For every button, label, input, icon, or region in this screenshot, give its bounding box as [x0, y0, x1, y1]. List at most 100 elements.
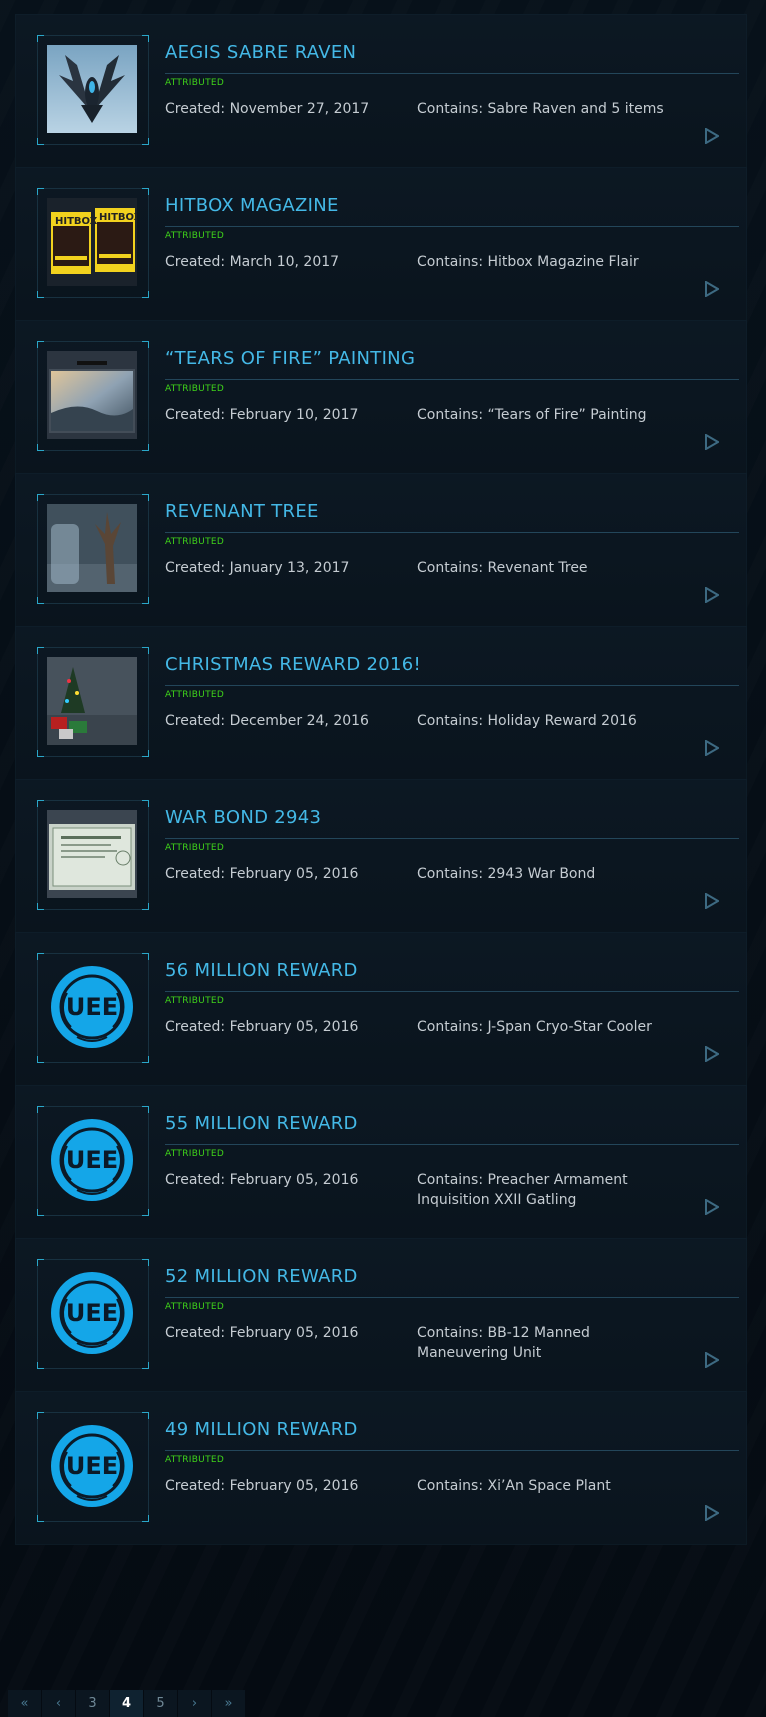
pledge-title[interactable]: 49 MILLION REWARD — [165, 1419, 358, 1440]
frame-corner — [142, 341, 149, 348]
title-divider — [165, 838, 739, 839]
pledge-thumbnail: UEE — [47, 1422, 137, 1510]
pledge-thumbnail-frame[interactable]: HITBOXHITBOX — [37, 188, 149, 298]
frame-corner — [37, 444, 44, 451]
title-divider — [165, 1144, 739, 1145]
frame-corner — [37, 800, 44, 807]
pledge-thumbnail-frame[interactable]: UEE — [37, 1412, 149, 1522]
pledge-thumbnail-frame[interactable] — [37, 800, 149, 910]
pledge-thumbnail — [47, 810, 137, 898]
frame-corner — [37, 291, 44, 298]
status-badge: ATTRIBUTED — [165, 231, 225, 241]
prev-page-button[interactable]: ‹ — [42, 1690, 76, 1717]
last-page-button[interactable]: » — [212, 1690, 246, 1717]
contains-text: Contains: “Tears of Fire” Painting — [417, 407, 647, 423]
svg-text:HITBOX: HITBOX — [99, 212, 137, 223]
expand-play-icon[interactable] — [705, 1352, 719, 1368]
pledge-thumbnail-frame[interactable] — [37, 647, 149, 757]
expand-play-icon[interactable] — [705, 740, 719, 756]
next-page-button[interactable]: › — [178, 1690, 212, 1717]
expand-play-icon[interactable] — [705, 893, 719, 909]
pledge-thumbnail-frame[interactable]: UEE — [37, 1106, 149, 1216]
expand-play-icon[interactable] — [705, 434, 719, 450]
pagination: « ‹ 3 4 5 › » — [8, 1690, 246, 1717]
svg-text:HITBOX: HITBOX — [55, 216, 98, 227]
pledge-card[interactable]: HITBOXHITBOX HITBOX MAGAZINE ATTRIBUTED … — [15, 167, 747, 321]
pledge-card[interactable]: AEGIS SABRE RAVEN ATTRIBUTED Created: No… — [15, 14, 747, 168]
pledge-thumbnail: UEE — [47, 1116, 137, 1204]
frame-corner — [142, 1362, 149, 1369]
status-badge: ATTRIBUTED — [165, 384, 225, 394]
pledge-card[interactable]: CHRISTMAS REWARD 2016! ATTRIBUTED Create… — [15, 626, 747, 780]
pledge-card[interactable]: REVENANT TREE ATTRIBUTED Created: Januar… — [15, 473, 747, 627]
pledge-thumbnail: HITBOXHITBOX — [47, 198, 137, 286]
frame-corner — [142, 1515, 149, 1522]
pledge-thumbnail-frame[interactable]: UEE — [37, 1259, 149, 1369]
pledge-title[interactable]: CHRISTMAS REWARD 2016! — [165, 654, 421, 675]
pledge-title[interactable]: “TEARS OF FIRE” PAINTING — [165, 348, 415, 369]
pledge-card[interactable]: UEE 49 MILLION REWARD ATTRIBUTED Created… — [15, 1391, 747, 1545]
status-badge: ATTRIBUTED — [165, 537, 225, 547]
pledge-title[interactable]: HITBOX MAGAZINE — [165, 195, 339, 216]
pledge-card[interactable]: UEE 52 MILLION REWARD ATTRIBUTED Created… — [15, 1238, 747, 1392]
contains-text: Contains: J-Span Cryo-Star Cooler — [417, 1019, 652, 1035]
frame-corner — [37, 750, 44, 757]
pledge-title[interactable]: 56 MILLION REWARD — [165, 960, 358, 981]
contains-text: Contains: Revenant Tree — [417, 560, 588, 576]
pledge-thumbnail-frame[interactable] — [37, 494, 149, 604]
frame-corner — [37, 1209, 44, 1216]
frame-corner — [37, 138, 44, 145]
contains-text: Contains: Hitbox Magazine Flair — [417, 254, 639, 270]
created-date: Created: January 13, 2017 — [165, 560, 350, 576]
expand-play-icon[interactable] — [705, 1199, 719, 1215]
frame-corner — [142, 750, 149, 757]
frame-corner — [142, 903, 149, 910]
title-divider — [165, 532, 739, 533]
frame-corner — [37, 1515, 44, 1522]
pledge-card[interactable]: “TEARS OF FIRE” PAINTING ATTRIBUTED Crea… — [15, 320, 747, 474]
expand-play-icon[interactable] — [705, 1046, 719, 1062]
pledge-title[interactable]: REVENANT TREE — [165, 501, 319, 522]
page-5-button[interactable]: 5 — [144, 1690, 178, 1717]
pledge-card[interactable]: UEE 56 MILLION REWARD ATTRIBUTED Created… — [15, 932, 747, 1086]
pledge-thumbnail — [47, 45, 137, 133]
created-date: Created: February 05, 2016 — [165, 1019, 359, 1035]
frame-corner — [37, 341, 44, 348]
pledge-thumbnail — [47, 657, 137, 745]
frame-corner — [37, 1412, 44, 1419]
frame-corner — [37, 953, 44, 960]
pledge-thumbnail-frame[interactable]: UEE — [37, 953, 149, 1063]
pledge-thumbnail — [47, 351, 137, 439]
title-divider — [165, 73, 739, 74]
pledge-card[interactable]: UEE 55 MILLION REWARD ATTRIBUTED Created… — [15, 1085, 747, 1239]
expand-play-icon[interactable] — [705, 128, 719, 144]
frame-corner — [142, 1056, 149, 1063]
frame-corner — [142, 647, 149, 654]
pledge-title[interactable]: AEGIS SABRE RAVEN — [165, 42, 356, 63]
title-divider — [165, 226, 739, 227]
pledge-title[interactable]: 55 MILLION REWARD — [165, 1113, 358, 1134]
status-badge: ATTRIBUTED — [165, 996, 225, 1006]
contains-text: Contains: BB-12 Manned Maneuvering Unit — [417, 1325, 590, 1361]
first-page-button[interactable]: « — [8, 1690, 42, 1717]
contains-text: Contains: Xi’An Space Plant — [417, 1478, 611, 1494]
pledge-title[interactable]: 52 MILLION REWARD — [165, 1266, 358, 1287]
pledge-card[interactable]: WAR BOND 2943 ATTRIBUTED Created: Februa… — [15, 779, 747, 933]
expand-play-icon[interactable] — [705, 587, 719, 603]
pledge-title[interactable]: WAR BOND 2943 — [165, 807, 321, 828]
frame-corner — [142, 953, 149, 960]
pledge-thumbnail-frame[interactable] — [37, 35, 149, 145]
page-3-button[interactable]: 3 — [76, 1690, 110, 1717]
pledge-thumbnail-frame[interactable] — [37, 341, 149, 451]
title-divider — [165, 991, 739, 992]
pledge-thumbnail — [47, 504, 137, 592]
status-badge: ATTRIBUTED — [165, 843, 225, 853]
frame-corner — [37, 1362, 44, 1369]
svg-text:UEE: UEE — [66, 1146, 118, 1174]
expand-play-icon[interactable] — [705, 1505, 719, 1521]
pledge-thumbnail: UEE — [47, 1269, 137, 1357]
frame-corner — [37, 188, 44, 195]
frame-corner — [142, 1259, 149, 1266]
expand-play-icon[interactable] — [705, 281, 719, 297]
page-4-button[interactable]: 4 — [110, 1690, 144, 1717]
